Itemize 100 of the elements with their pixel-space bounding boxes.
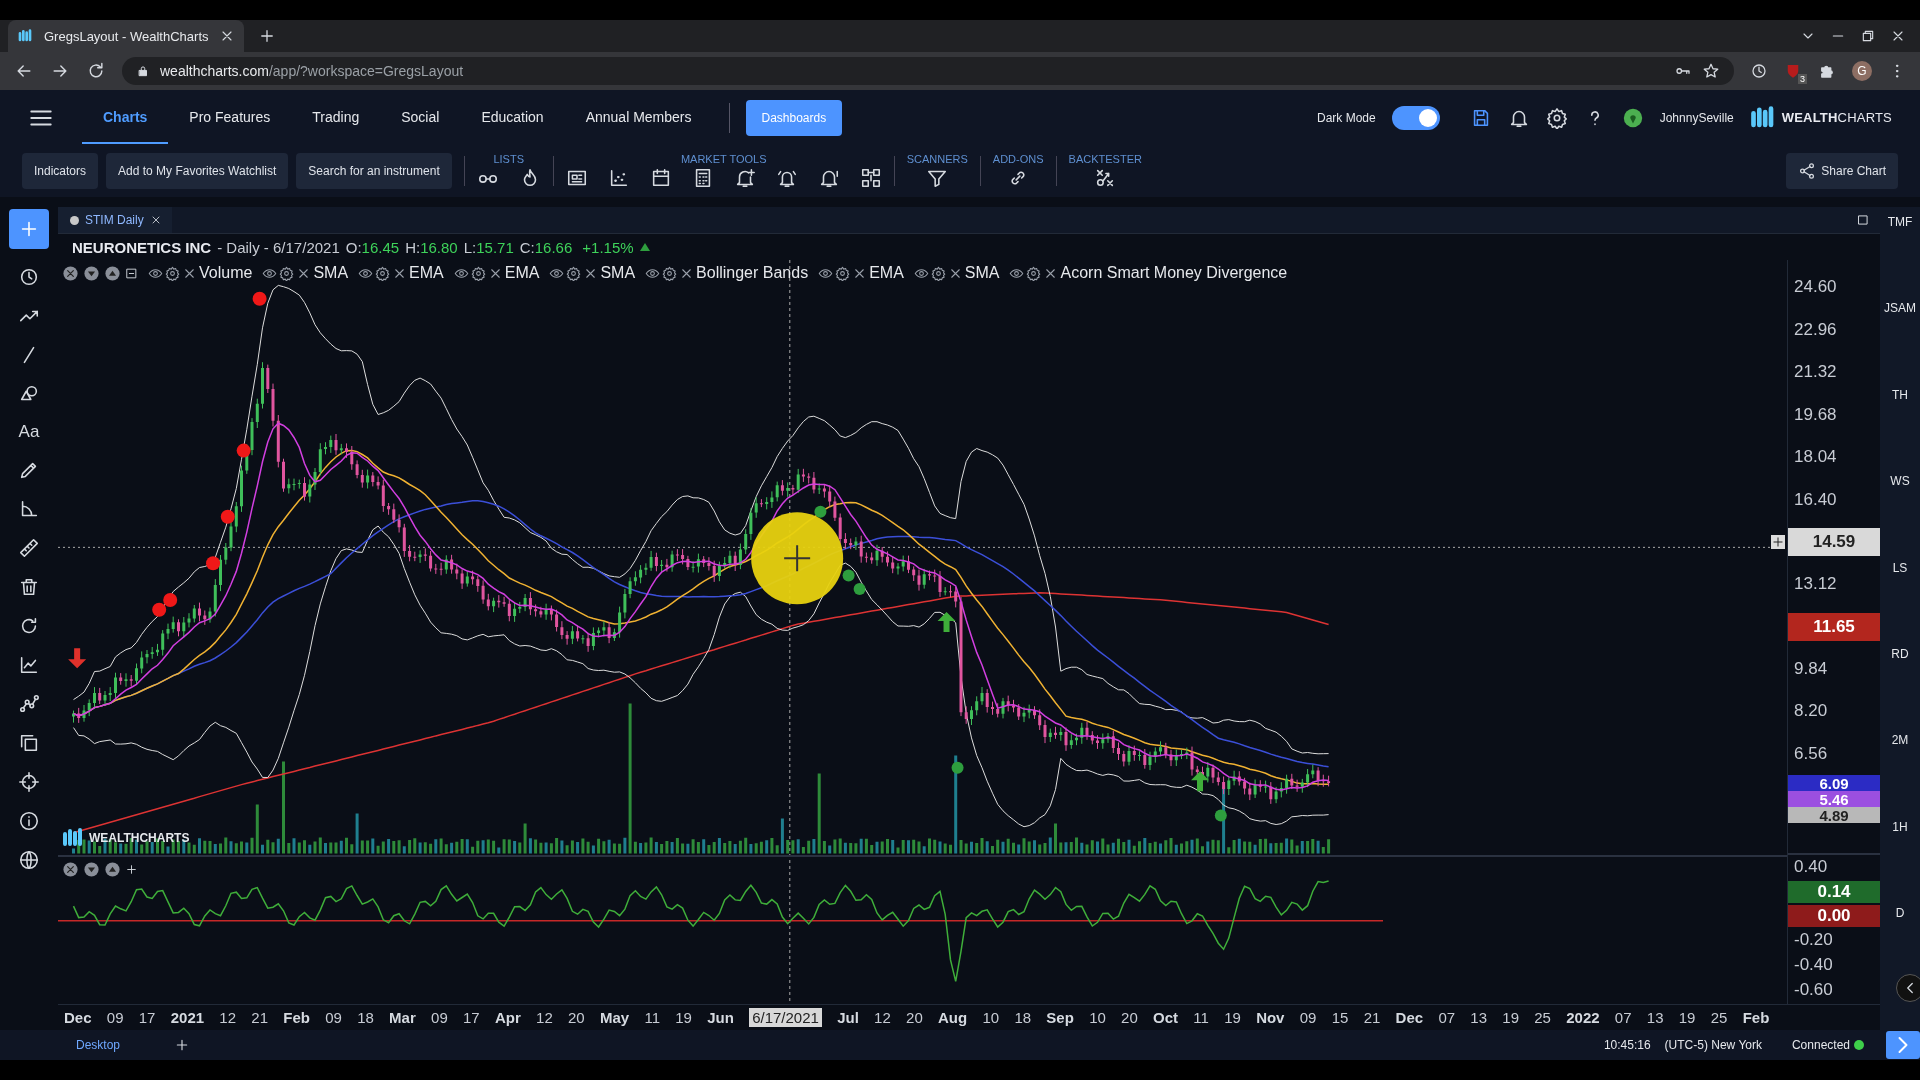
share-chart-button[interactable]: Share Chart bbox=[1786, 153, 1898, 189]
trash-icon[interactable] bbox=[18, 576, 40, 598]
indicator-name[interactable]: Acorn Smart Money Divergence bbox=[1060, 264, 1288, 282]
indicator-name[interactable]: Bollinger Bands bbox=[696, 264, 809, 282]
crosshair-cursor-icon bbox=[783, 544, 812, 573]
group-label: SCANNERS bbox=[906, 153, 968, 165]
crosshair-plus-icon[interactable] bbox=[1771, 535, 1785, 549]
star-icon[interactable] bbox=[1702, 62, 1720, 80]
restore-icon[interactable] bbox=[1860, 28, 1876, 44]
date-label: 19 bbox=[1224, 1009, 1241, 1026]
browser-tab[interactable]: GregsLayout - WealthCharts bbox=[8, 20, 244, 52]
reset-icon[interactable] bbox=[62, 861, 79, 878]
date-label: 19 bbox=[1502, 1009, 1519, 1026]
date-label: 07 bbox=[1438, 1009, 1456, 1026]
ruler-icon[interactable] bbox=[18, 537, 40, 559]
chevron-left-icon[interactable] bbox=[1896, 974, 1920, 1002]
maximize-icon[interactable] bbox=[1856, 213, 1870, 227]
rail-item[interactable]: TH bbox=[1892, 387, 1908, 402]
nav-tab[interactable]: Charts bbox=[82, 91, 169, 144]
nav-tab[interactable]: Social bbox=[380, 91, 461, 144]
date-label: 25 bbox=[1710, 1009, 1728, 1026]
indicator-name[interactable]: SMA bbox=[964, 264, 1000, 282]
indicator-name[interactable]: SMA bbox=[313, 264, 349, 282]
line-chart-icon[interactable] bbox=[18, 654, 40, 676]
indicator-name[interactable]: EMA bbox=[504, 264, 540, 282]
group-label: LISTS bbox=[493, 153, 524, 165]
nav-tab[interactable]: Trading bbox=[291, 91, 381, 144]
dark-mode-toggle[interactable] bbox=[1391, 105, 1440, 130]
expand-icon[interactable] bbox=[125, 863, 138, 876]
move-up-icon[interactable] bbox=[104, 264, 121, 282]
nav-tab[interactable]: Pro Features bbox=[168, 91, 292, 144]
date-label: Feb bbox=[283, 1009, 310, 1026]
chart-details: - Daily - 6/17/2021 bbox=[217, 238, 340, 256]
chevron-right-icon[interactable] bbox=[1886, 1031, 1920, 1059]
date-label: 13 bbox=[1470, 1009, 1488, 1026]
info-icon[interactable] bbox=[18, 810, 40, 832]
settings-icon[interactable] bbox=[930, 265, 946, 281]
date-label: 11 bbox=[1193, 1009, 1209, 1026]
signal-dot bbox=[206, 556, 221, 571]
date-label: 11 bbox=[644, 1009, 660, 1026]
indicator-name[interactable]: SMA bbox=[600, 264, 636, 282]
indicator-name[interactable]: EMA bbox=[869, 264, 904, 282]
date-label: 20 bbox=[1121, 1009, 1138, 1026]
settings-icon[interactable] bbox=[279, 265, 295, 281]
copy-icon[interactable] bbox=[18, 732, 40, 754]
address-bar[interactable]: wealthcharts.com/app/?workspace=GregsLayout bbox=[122, 57, 1734, 85]
collapse-icon[interactable] bbox=[125, 266, 138, 280]
date-label: Aug bbox=[938, 1009, 968, 1026]
tab-title: GregsLayout - WealthCharts bbox=[44, 28, 209, 44]
date-label: 18 bbox=[357, 1009, 374, 1026]
signal-dot bbox=[842, 569, 855, 582]
nav-tab[interactable]: Annual Members bbox=[564, 91, 713, 144]
rail-item[interactable]: RD bbox=[1891, 646, 1909, 661]
toolbar-button[interactable]: Indicators bbox=[22, 153, 99, 189]
toolbar-button[interactable]: Search for an instrument bbox=[296, 153, 452, 189]
settings-icon[interactable] bbox=[835, 265, 851, 281]
date-label: 12 bbox=[219, 1009, 237, 1026]
date-label: 20 bbox=[568, 1009, 585, 1026]
rail-item[interactable]: WS bbox=[1890, 474, 1910, 489]
text-tool[interactable]: Aa bbox=[18, 422, 40, 442]
globe-icon[interactable] bbox=[18, 849, 40, 871]
rail-item[interactable]: 2M bbox=[1891, 733, 1909, 748]
signal-dot bbox=[220, 509, 235, 524]
rail-item[interactable]: TMF bbox=[1887, 215, 1913, 229]
settings-icon[interactable] bbox=[1026, 265, 1042, 281]
price-marker: 6.09 bbox=[1788, 775, 1880, 791]
crosshair-icon[interactable] bbox=[18, 771, 40, 793]
indicator-name[interactable]: Volume bbox=[199, 264, 253, 282]
nav-tab[interactable]: Education bbox=[460, 91, 565, 144]
dark-mode-label: Dark Mode bbox=[1317, 110, 1376, 125]
rail-item[interactable]: LS bbox=[1892, 560, 1908, 575]
toolbar-button[interactable]: Add to My Favorites Watchlist bbox=[106, 153, 289, 189]
settings-icon[interactable] bbox=[662, 265, 678, 281]
settings-icon[interactable] bbox=[566, 265, 582, 281]
group-label: BACKTESTER bbox=[1068, 153, 1142, 165]
reset-icon[interactable] bbox=[62, 264, 79, 282]
indicator-name[interactable]: EMA bbox=[409, 264, 444, 282]
move-down-icon[interactable] bbox=[83, 861, 100, 878]
settings-icon[interactable] bbox=[375, 265, 391, 281]
node-chart-icon[interactable] bbox=[18, 693, 40, 715]
move-down-icon[interactable] bbox=[83, 264, 100, 282]
move-up-icon[interactable] bbox=[104, 861, 121, 878]
username[interactable]: JohnnySeville bbox=[1659, 110, 1734, 125]
rail-item[interactable]: D bbox=[1895, 906, 1905, 920]
settings-icon[interactable] bbox=[165, 265, 180, 281]
date-label: Jul bbox=[837, 1009, 859, 1026]
ohlc-value: L:15.71 bbox=[463, 238, 514, 256]
nodes-icon[interactable] bbox=[859, 167, 882, 189]
clock-icon[interactable] bbox=[18, 266, 40, 288]
location-pin-icon[interactable] bbox=[1621, 106, 1644, 129]
clock-icon[interactable] bbox=[1750, 62, 1768, 80]
profile-avatar[interactable]: G bbox=[1852, 61, 1872, 81]
price-label: 24.60 bbox=[1793, 276, 1838, 299]
settings-icon[interactable] bbox=[470, 265, 486, 281]
clock-time: 10:45:16 bbox=[1603, 1038, 1651, 1052]
rail-item[interactable]: JSAM bbox=[1884, 301, 1916, 316]
rail-item[interactable]: 1H bbox=[1892, 819, 1908, 834]
workspace-tab[interactable]: Desktop bbox=[76, 1038, 121, 1052]
chart-tab[interactable]: STIM Daily bbox=[58, 207, 172, 233]
new-tab-icon[interactable] bbox=[258, 27, 276, 45]
